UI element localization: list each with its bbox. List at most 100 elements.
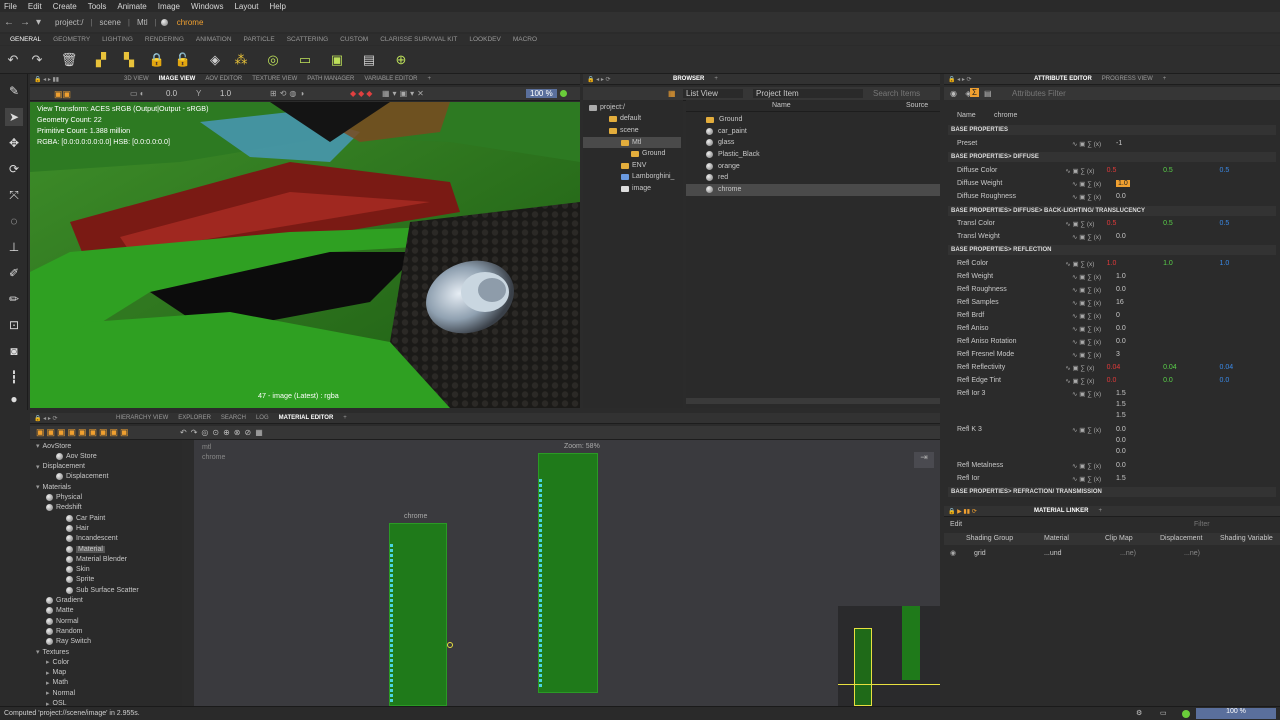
tree-item[interactable]: ▸ Normal	[46, 688, 75, 698]
unlock-icon[interactable]: 🔓	[174, 51, 192, 69]
shelf-tab[interactable]: SCATTERING	[287, 36, 328, 43]
attribute-row[interactable]: Refl Color ∿ ▣ ∑ (x) 1.0 1.0 1.0	[957, 257, 1276, 270]
gamma-field[interactable]: 1.0	[220, 89, 231, 98]
forward-arrow-icon[interactable]: →	[20, 17, 32, 28]
tree-item[interactable]: ENV	[621, 160, 646, 171]
pause-icon[interactable]: ▣▣	[54, 89, 71, 100]
section-header[interactable]: BASE PROPERTIES	[948, 125, 1276, 135]
brush-icon[interactable]: ✐	[5, 264, 23, 282]
attribute-value[interactable]: 1.5	[1116, 475, 1176, 482]
color-channel-value[interactable]: 1.0	[1163, 260, 1219, 267]
attribute-row[interactable]: Preset ∿ ▣ ∑ (x) -1	[957, 137, 1276, 150]
add-tab-icon[interactable]: +	[343, 415, 347, 421]
attribute-tools-icon[interactable]: ∿ ▣ ∑ (x)	[1072, 140, 1116, 148]
tree-item[interactable]: Random	[46, 626, 82, 636]
menu-item[interactable]: File	[4, 2, 17, 11]
clip-map-cell[interactable]: ...ne)	[1120, 550, 1136, 557]
menu-item[interactable]: Layout	[234, 2, 258, 11]
attribute-tools-icon[interactable]: ∿ ▣ ∑ (x)	[1072, 312, 1116, 320]
browser-controls-icon[interactable]: 🔒 ◂ ▸ ⟳	[587, 76, 663, 83]
tree-item[interactable]: ▾ Materials	[36, 482, 71, 492]
section-header[interactable]: BASE PROPERTIES> REFRACTION/ TRANSMISSIO…	[948, 487, 1276, 497]
picker-icon[interactable]: ✎	[5, 82, 23, 100]
tree-item[interactable]: ▾ AovStore	[36, 441, 71, 451]
collapse-icon[interactable]: ⇥	[914, 452, 934, 468]
screen-icon[interactable]: ▣	[328, 51, 346, 69]
attribute-value[interactable]: 0.0	[1116, 437, 1126, 444]
layers-icon[interactable]: ▤	[360, 51, 378, 69]
shelf-tab[interactable]: GEOMETRY	[53, 36, 90, 43]
color-channel-value[interactable]: 0.04	[1107, 364, 1163, 371]
tab-search[interactable]: SEARCH	[221, 415, 246, 421]
list-item[interactable]: orange	[686, 161, 940, 173]
color-channel-value[interactable]: 0.5	[1220, 220, 1276, 227]
menu-item[interactable]: Edit	[28, 2, 42, 11]
tree-item[interactable]: Car Paint	[66, 513, 105, 523]
tab-browser[interactable]: BROWSER	[673, 76, 704, 82]
list-item[interactable]: glass	[686, 137, 940, 149]
breadcrumb-mtl[interactable]: Mtl	[134, 18, 151, 27]
tree-item[interactable]: Material	[66, 544, 105, 554]
material-cell[interactable]: ...und	[1044, 550, 1062, 557]
edit-icon[interactable]: ▤	[984, 89, 992, 98]
col-shading-variable[interactable]: Shading Variable	[1220, 535, 1273, 542]
dropdown-icon[interactable]: ▾	[36, 17, 48, 28]
ground-icon[interactable]: ⊥	[5, 238, 23, 256]
color-channel-value[interactable]: 0.5	[1107, 220, 1163, 227]
linker-row[interactable]: ◉ grid ...und ...ne) ...ne)	[944, 548, 1280, 560]
shelf-tab[interactable]: PARTICLE	[244, 36, 275, 43]
attribute-tools-icon[interactable]: ∿ ▣ ∑ (x)	[1072, 325, 1116, 333]
list-item[interactable]: red	[686, 172, 940, 184]
attribute-value[interactable]: 3	[1116, 351, 1176, 358]
col-material[interactable]: Material	[1044, 535, 1069, 542]
attribute-value[interactable]: 0.0	[1116, 325, 1176, 332]
screen-icon[interactable]: ▭ ◐	[130, 89, 145, 98]
horizontal-scrollbar[interactable]	[686, 398, 940, 404]
lock-icon[interactable]: 🔒	[148, 51, 166, 69]
attribute-tools-icon[interactable]: ∿ ▣ ∑ (x)	[1072, 390, 1116, 398]
rgb-channel-icons[interactable]: ◆◆◆	[350, 89, 374, 98]
edit-menu[interactable]: Edit	[950, 521, 962, 528]
tab-hierarchy-view[interactable]: HIERARCHY VIEW	[116, 415, 168, 421]
attribute-value[interactable]: 0	[1116, 312, 1176, 319]
attribute-tools-icon[interactable]: ∿ ▣ ∑ (x)	[1065, 377, 1106, 385]
delete-icon[interactable]: 🗑	[60, 51, 78, 69]
me-tool-icons[interactable]: ↶↷◎⊙⊕⊗⊘▦	[180, 428, 267, 437]
tab-attribute-editor[interactable]: ATTRIBUTE EDITOR	[1034, 76, 1092, 82]
tree-item[interactable]: Sprite	[66, 575, 94, 585]
attribute-row[interactable]: Diffuse Color ∿ ▣ ∑ (x) 0.5 0.5 0.5	[957, 164, 1276, 177]
tree-item[interactable]: Ray Switch	[46, 637, 91, 647]
tab-image-view[interactable]: IMAGE VIEW	[159, 76, 196, 82]
tab-aov-editor[interactable]: AOV EDITOR	[205, 76, 242, 82]
col-clip-map[interactable]: Clip Map	[1105, 535, 1133, 542]
add-tab-icon[interactable]: +	[428, 76, 432, 82]
tree-item-selected[interactable]: Mtl	[583, 137, 681, 148]
attribute-row[interactable]: Refl Reflectivity ∿ ▣ ∑ (x) 0.04 0.04 0.04	[957, 361, 1276, 374]
color-channel-value[interactable]: 0.04	[1220, 364, 1276, 371]
tree-item[interactable]: ▸ Color	[46, 657, 69, 667]
list-item[interactable]: Plastic_Black	[686, 149, 940, 161]
back-arrow-icon[interactable]: ←	[4, 17, 16, 28]
section-header[interactable]: BASE PROPERTIES> DIFFUSE> BACK-LIGHTING/…	[948, 206, 1276, 216]
breadcrumb-selected[interactable]: chrome	[177, 18, 204, 27]
eye-icon[interactable]: ◉	[950, 549, 956, 557]
tab-texture-view[interactable]: TEXTURE VIEW	[252, 76, 297, 82]
attribute-row[interactable]: Refl Metalness ∿ ▣ ∑ (x) 0.0	[957, 459, 1276, 472]
attribute-tools-icon[interactable]: ∿ ▣ ∑ (x)	[1065, 220, 1106, 228]
attribute-row[interactable]: Refl Aniso ∿ ▣ ∑ (x) 0.0	[957, 322, 1276, 335]
attribute-row[interactable]: Refl Weight ∿ ▣ ∑ (x) 1.0	[957, 270, 1276, 283]
color-channel-value[interactable]: 1.0	[1107, 260, 1163, 267]
shelf-tab[interactable]: CUSTOM	[340, 36, 368, 43]
attribute-value[interactable]: 1.5	[1116, 412, 1126, 419]
channel-icons[interactable]: ⊞⟲◍◑	[270, 89, 307, 98]
attribute-tools-icon[interactable]: ∿ ▣ ∑ (x)	[1072, 338, 1116, 346]
folder-view-icon[interactable]: ▦	[668, 89, 676, 98]
tree-item[interactable]: Hair	[66, 523, 89, 533]
attribute-value[interactable]: 0.0	[1116, 448, 1126, 455]
section-header[interactable]: BASE PROPERTIES> DIFFUSE	[948, 152, 1276, 162]
attribute-tools-icon[interactable]: ∿ ▣ ∑ (x)	[1072, 193, 1116, 201]
color-channel-value[interactable]: 0.04	[1163, 364, 1219, 371]
shelf-tab[interactable]: GENERAL	[10, 36, 41, 43]
attributes-filter-input[interactable]: Attributes Filter	[1012, 89, 1066, 98]
list-view-dropdown[interactable]: List View	[683, 89, 743, 98]
